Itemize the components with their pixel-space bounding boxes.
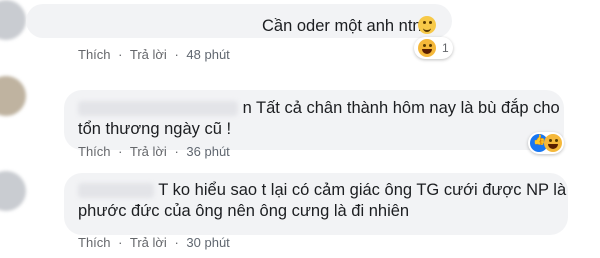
comment-actions: Thích · Trả lời · 36 phút [78, 144, 230, 159]
comment-text-line2: phước đức của ông nên ông cưng là đi nhi… [78, 202, 410, 220]
reaction-summary[interactable]: 1 [414, 37, 453, 59]
comment-bubble: Cần oder một anh ntn [26, 4, 452, 38]
avatar[interactable] [0, 0, 26, 40]
comment-actions: Thích · Trả lời · 48 phút [78, 47, 230, 62]
comment-1: Cần oder một anh ntn 1 Thích · Trả lời ·… [0, 0, 600, 70]
comment-3: T ko hiểu sao t lại có cảm giác ông TG c… [0, 165, 600, 258]
reply-link[interactable]: Trả lời [130, 144, 167, 159]
comment-2: n Tất cả chân thành hôm nay là bù đắp ch… [0, 70, 600, 165]
haha-reaction-icon [418, 39, 436, 57]
redacted-name [78, 183, 154, 199]
reply-link[interactable]: Trả lời [130, 47, 167, 62]
timestamp[interactable]: 48 phút [186, 47, 229, 62]
like-link[interactable]: Thích [78, 47, 111, 62]
haha-reaction-icon [544, 134, 562, 152]
timestamp[interactable]: 36 phút [186, 144, 229, 159]
comment-text-line1: T ko hiểu sao t lại có cảm giác ông TG c… [158, 181, 567, 199]
reaction-summary[interactable] [528, 132, 564, 154]
comment-text-line2: tổn thương ngày cũ ! [78, 120, 232, 138]
avatar[interactable] [0, 171, 26, 211]
reply-link[interactable]: Trả lời [130, 235, 167, 250]
redacted-name [78, 101, 238, 117]
comment-text: Cần oder một anh ntn [262, 17, 422, 35]
like-link[interactable]: Thích [78, 144, 111, 159]
comment-bubble: T ko hiểu sao t lại có cảm giác ông TG c… [64, 173, 568, 235]
comment-actions: Thích · Trả lời · 30 phút [78, 235, 230, 250]
smile-emoji-icon [418, 16, 436, 34]
reaction-count: 1 [442, 41, 449, 55]
comment-text-line1: n Tất cả chân thành hôm nay là bù đắp ch… [242, 99, 560, 117]
avatar[interactable] [0, 76, 26, 116]
like-link[interactable]: Thích [78, 235, 111, 250]
comment-bubble: n Tất cả chân thành hôm nay là bù đắp ch… [64, 90, 564, 150]
timestamp[interactable]: 30 phút [186, 235, 229, 250]
